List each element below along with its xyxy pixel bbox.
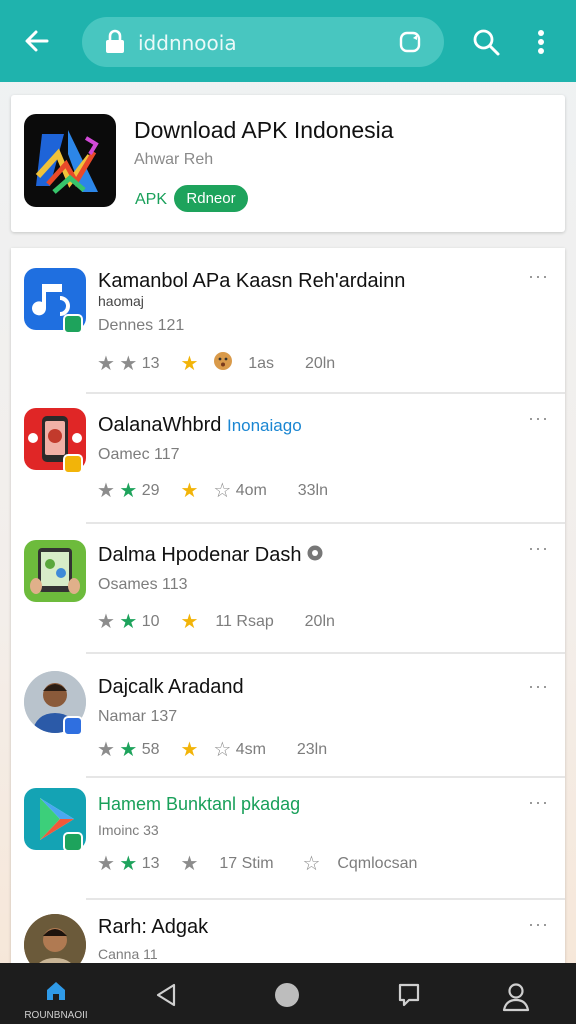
list-item[interactable]: OalanaWhbrd Inonaiago Oamec 117 ··· ★ ★ … bbox=[11, 394, 565, 524]
verified-icon bbox=[307, 544, 323, 566]
apk-tag: APK bbox=[135, 191, 168, 208]
app-title-tag: Inonaiago bbox=[226, 416, 302, 435]
overflow-menu-icon[interactable] bbox=[530, 28, 552, 56]
app-stats: ★ ★ 58 ★ ☆ 4sm 23ln bbox=[97, 740, 327, 764]
star-icon: ★ bbox=[119, 853, 138, 875]
stat-value: 11 Rsap bbox=[215, 613, 274, 630]
app-meta: Namar 137 bbox=[98, 708, 178, 725]
app-stats: ★ ★ 29 ★ ☆ 4om 33ln bbox=[97, 481, 328, 505]
stat-value: 13 bbox=[141, 855, 160, 872]
star-icon: ★ bbox=[119, 352, 138, 375]
app-meta: Canna 11 bbox=[98, 946, 158, 962]
star-icon: ★ bbox=[119, 611, 138, 633]
star-outline-icon: ☆ bbox=[213, 480, 232, 502]
star-icon: ★ bbox=[180, 480, 199, 502]
star-icon: ★ bbox=[180, 352, 199, 375]
app-meta: Dennes 121 bbox=[98, 317, 185, 334]
more-options-icon[interactable]: ··· bbox=[528, 266, 549, 287]
search-icon[interactable] bbox=[471, 27, 501, 57]
back-arrow-icon[interactable] bbox=[20, 24, 54, 58]
app-stats: ★ ★ 13 ★ 1as 20ln bbox=[97, 351, 335, 375]
star-icon: ★ bbox=[97, 352, 115, 375]
stat-value: 29 bbox=[141, 482, 160, 499]
address-bar[interactable]: iddnnooia bbox=[82, 17, 444, 67]
tablet-app-icon bbox=[24, 540, 86, 602]
nav-home-label: ROUNBNAOII bbox=[24, 1010, 88, 1021]
stat-value: 4om bbox=[235, 482, 267, 499]
stat-value: 33ln bbox=[297, 482, 328, 499]
list-item[interactable]: Kamanbol APa Kaasn Reh'ardainn haomaj De… bbox=[11, 248, 565, 394]
page-subtitle: Ahwar Reh bbox=[134, 151, 214, 168]
bottom-navigation: ROUNBNAOII bbox=[0, 963, 576, 1024]
chat-icon[interactable] bbox=[394, 980, 424, 1010]
star-icon: ★ bbox=[119, 739, 138, 761]
list-item[interactable]: Hamem Bunktanl pkadag Imoinc 33 ··· ★ ★ … bbox=[11, 778, 565, 900]
status-badge[interactable]: Rdneor bbox=[174, 185, 248, 212]
stat-value: 20ln bbox=[304, 613, 335, 630]
star-icon: ★ bbox=[180, 611, 199, 633]
home-icon bbox=[44, 979, 68, 1008]
apk-logo-icon bbox=[24, 114, 116, 207]
app-list: Kamanbol APa Kaasn Reh'ardainn haomaj De… bbox=[11, 248, 565, 978]
page-title: Download APK Indonesia bbox=[134, 117, 394, 143]
app-stats: ★ ★ 10 ★ 11 Rsap 20ln bbox=[97, 612, 335, 636]
star-icon: ★ bbox=[119, 480, 138, 502]
app-meta: Imoinc 33 bbox=[98, 822, 159, 838]
browser-toolbar: iddnnooia bbox=[0, 0, 576, 82]
stat-value: 17 Stim bbox=[219, 855, 274, 872]
star-icon: ★ bbox=[180, 739, 199, 761]
stat-value: 13 bbox=[141, 354, 160, 372]
star-outline-icon: ☆ bbox=[302, 853, 321, 875]
badge-icon bbox=[63, 454, 83, 474]
stat-value: 58 bbox=[141, 741, 160, 758]
stat-value: 20ln bbox=[304, 354, 336, 372]
more-options-icon[interactable]: ··· bbox=[528, 408, 549, 429]
profile-icon[interactable] bbox=[500, 980, 530, 1012]
badge-icon bbox=[63, 716, 83, 736]
back-triangle-icon[interactable] bbox=[152, 980, 182, 1010]
app-title-line2: haomaj bbox=[98, 293, 144, 309]
emoji-icon bbox=[213, 351, 233, 376]
app-title[interactable]: Hamem Bunktanl pkadag bbox=[98, 794, 300, 815]
list-item[interactable]: Dajcalk Aradand Namar 137 ··· ★ ★ 58 ★ ☆… bbox=[11, 654, 565, 778]
add-badge-icon bbox=[63, 832, 83, 852]
more-options-icon[interactable]: ··· bbox=[528, 538, 549, 559]
star-icon: ★ bbox=[97, 853, 115, 875]
app-meta: Oamec 117 bbox=[98, 446, 180, 463]
featured-header-card: Download APK Indonesia Ahwar Reh APK Rdn… bbox=[11, 95, 565, 232]
app-stats: ★ ★ 13 ★ 17 Stim ☆ Cqmlocsan bbox=[97, 854, 417, 878]
star-icon: ★ bbox=[97, 480, 115, 502]
home-circle-icon[interactable] bbox=[272, 980, 302, 1010]
stat-value: 23ln bbox=[296, 741, 328, 758]
star-icon: ★ bbox=[97, 739, 115, 761]
more-options-icon[interactable]: ··· bbox=[528, 914, 549, 935]
app-title[interactable]: Dajcalk Aradand bbox=[98, 676, 244, 699]
app-title[interactable]: OalanaWhbrd Inonaiago bbox=[98, 414, 302, 437]
url-text[interactable]: iddnnooia bbox=[138, 31, 237, 55]
stat-value: Cqmlocsan bbox=[337, 855, 418, 872]
app-title[interactable]: Kamanbol APa Kaasn Reh'ardainn bbox=[98, 270, 405, 293]
star-icon: ★ bbox=[180, 853, 199, 875]
stat-value: 10 bbox=[141, 613, 160, 630]
verified-badge-icon bbox=[63, 314, 83, 334]
app-meta: Osames 113 bbox=[98, 576, 188, 593]
star-outline-icon: ☆ bbox=[213, 739, 232, 761]
lock-icon bbox=[104, 29, 126, 55]
app-title[interactable]: Rarh: Adgak bbox=[98, 916, 208, 939]
app-title[interactable]: Dalma Hpodenar Dash bbox=[98, 544, 323, 567]
stat-value: 1as bbox=[248, 354, 275, 372]
list-item[interactable]: Dalma Hpodenar Dash Osames 113 ··· ★ ★ 1… bbox=[11, 524, 565, 654]
star-icon: ★ bbox=[97, 611, 115, 633]
stat-value: 4sm bbox=[235, 741, 266, 758]
reload-icon[interactable] bbox=[398, 30, 422, 54]
more-options-icon[interactable]: ··· bbox=[528, 792, 549, 813]
more-options-icon[interactable]: ··· bbox=[528, 676, 549, 697]
nav-home[interactable]: ROUNBNAOII bbox=[20, 963, 92, 1024]
